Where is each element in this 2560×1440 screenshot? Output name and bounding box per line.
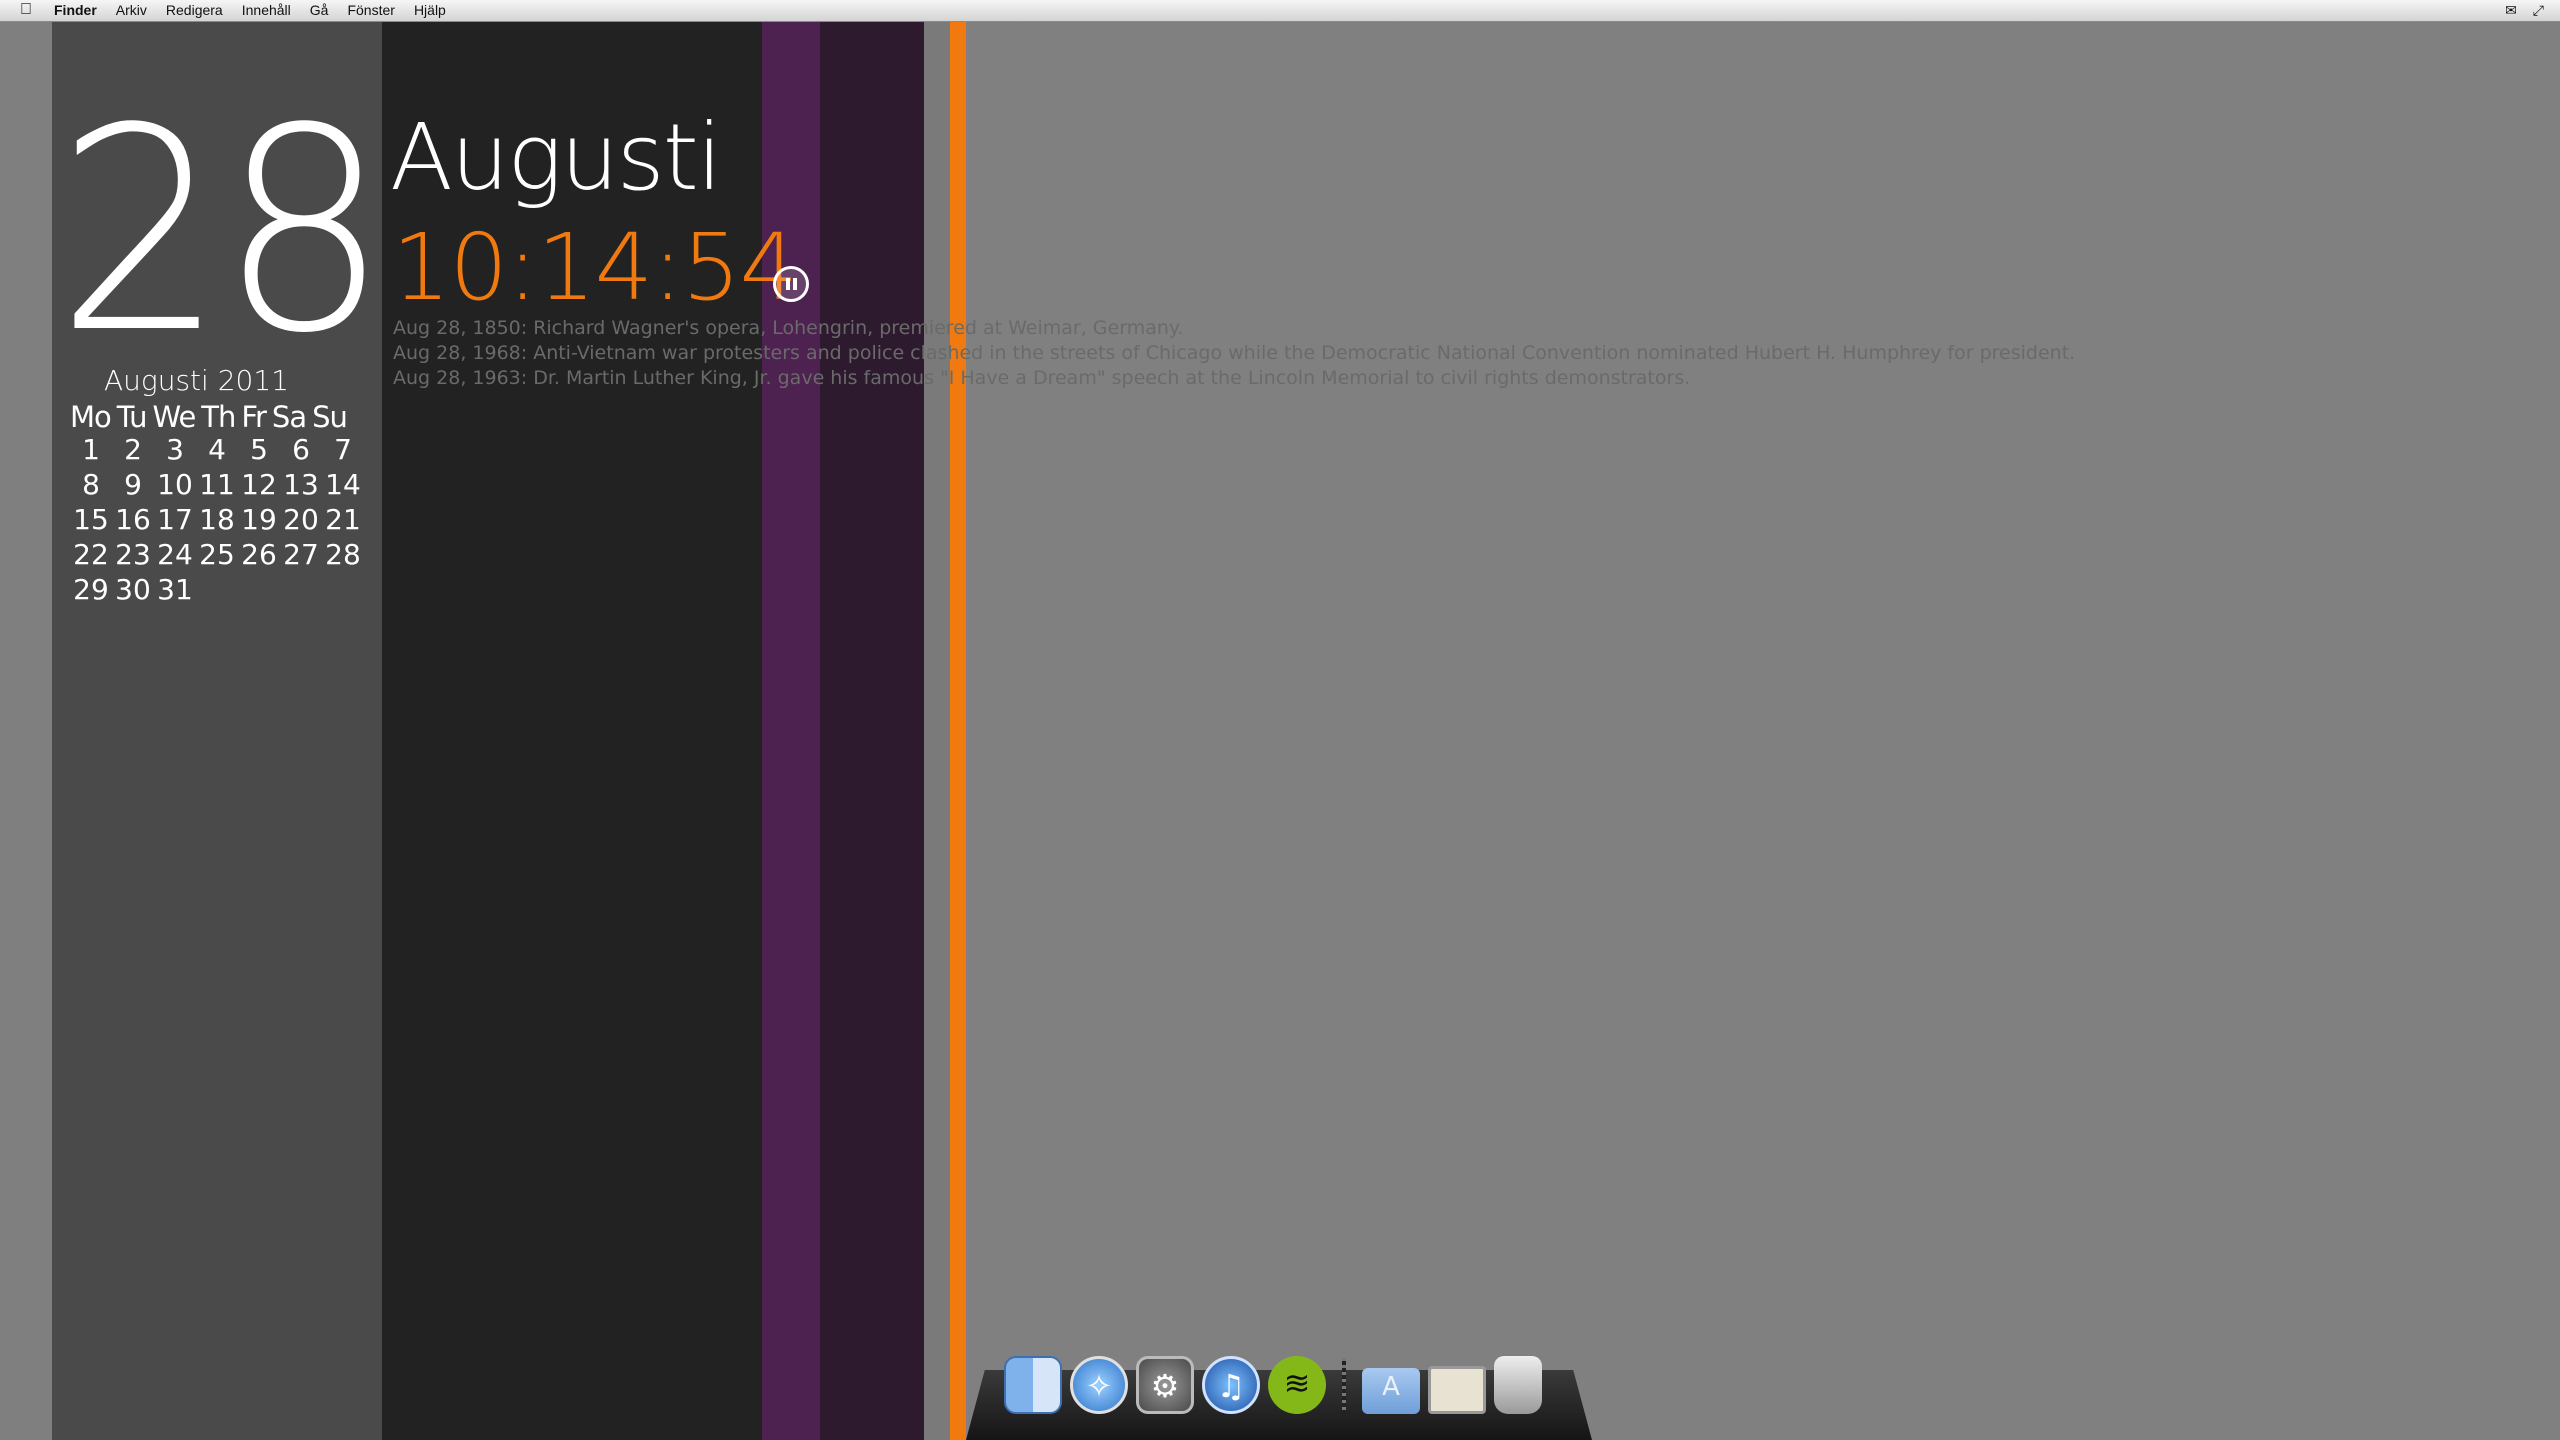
calendar-day: 8 (82, 468, 100, 501)
safari-icon[interactable]: ✧ (1070, 1356, 1128, 1414)
pause-icon[interactable] (773, 266, 809, 302)
calendar-day: 2 (124, 433, 142, 466)
calendar-day: 20 (283, 503, 319, 536)
calendar-day: 5 (250, 433, 268, 466)
calendar-day: 24 (157, 538, 193, 571)
on-this-day-events: Aug 28, 1850: Richard Wagner's opera, Lo… (393, 316, 2075, 391)
menu-items: Finder Arkiv Redigera Innehåll Gå Fönste… (54, 2, 465, 18)
menu-hjalp[interactable]: Hjälp (414, 2, 446, 18)
menu-arkiv[interactable]: Arkiv (116, 2, 147, 18)
menu-finder[interactable]: Finder (54, 2, 97, 18)
calendar-day: 16 (115, 503, 151, 536)
calendar-day: 30 (115, 573, 151, 606)
stripe-orange (950, 22, 966, 1440)
calendar-day: 18 (199, 503, 235, 536)
event-line: Aug 28, 1850: Richard Wagner's opera, Lo… (393, 317, 1184, 339)
apple-menu-icon[interactable]:  (20, 1, 32, 19)
event-line: Aug 28, 1968: Anti-Vietnam war protester… (393, 342, 2076, 364)
calendar-day: 19 (241, 503, 277, 536)
stripe-gray-left (0, 22, 52, 1440)
calendar-day: 13 (283, 468, 319, 501)
stripe-gray (924, 22, 950, 1440)
calendar-day: 28 (325, 538, 361, 571)
calendar-day: 26 (241, 538, 277, 571)
calendar-week: 22 23 24 25 26 27 28 (70, 538, 364, 573)
weekday: Mo (70, 400, 112, 434)
weekday: Su (312, 400, 348, 434)
calendar-day: 11 (199, 468, 235, 501)
applications-folder-icon[interactable]: A (1362, 1368, 1420, 1414)
menu-bar:  Finder Arkiv Redigera Innehåll Gå Föns… (0, 0, 2560, 22)
calendar-week: 29 30 31 (70, 573, 364, 608)
menu-fonster[interactable]: Fönster (347, 2, 394, 18)
calendar-day: 1 (82, 433, 100, 466)
finder-icon[interactable] (1004, 1356, 1062, 1414)
calendar-day: 3 (166, 433, 184, 466)
calendar-day: 14 (325, 468, 361, 501)
calendar-week: 1 2 3 4 5 6 7 (70, 433, 364, 468)
menubar-extras: ✉ ⤢ (2505, 2, 2544, 19)
clock-time: 10:14:54 (392, 214, 798, 321)
weekday: We (152, 400, 196, 434)
spotify-icon[interactable]: ≋ (1268, 1356, 1326, 1414)
stripe-dark-purple (820, 22, 924, 1440)
calendar-week: 8 9 10 11 12 13 14 (70, 468, 364, 503)
calendar-day: 9 (124, 468, 142, 501)
calendar-day: 7 (334, 433, 352, 466)
itunes-icon[interactable]: ♫ (1202, 1356, 1260, 1414)
weekday: Th (201, 400, 236, 434)
calendar-day: 27 (283, 538, 319, 571)
calendar-day: 10 (157, 468, 193, 501)
weekday: Tu (116, 400, 148, 434)
weekday: Fr (241, 400, 266, 434)
mail-icon[interactable]: ✉ (2505, 2, 2517, 19)
fullscreen-icon[interactable]: ⤢ (2533, 2, 2544, 19)
calendar-day: 22 (73, 538, 109, 571)
day-number: 28 (56, 69, 389, 395)
calendar-day: 4 (208, 433, 226, 466)
weekday: Sa (271, 400, 307, 434)
calendar-day: 21 (325, 503, 361, 536)
dock-divider (1342, 1358, 1346, 1414)
system-preferences-icon[interactable]: ⚙ (1136, 1356, 1194, 1414)
calendar-grid: 1 2 3 4 5 6 7 8 9 10 11 12 13 14 15 16 1… (70, 433, 364, 608)
calendar-day: 12 (241, 468, 277, 501)
calendar-day: 6 (292, 433, 310, 466)
trash-icon[interactable] (1494, 1356, 1542, 1414)
calendar-weekdays: Mo Tu We Th Fr Sa Su (70, 400, 348, 434)
menu-innehall[interactable]: Innehåll (242, 2, 291, 18)
menu-ga[interactable]: Gå (310, 2, 329, 18)
event-line: Aug 28, 1963: Dr. Martin Luther King, Jr… (393, 367, 1691, 389)
calendar-day: 25 (199, 538, 235, 571)
calendar-week: 15 16 17 18 19 20 21 (70, 503, 364, 538)
dock: ✧ ⚙ ♫ ≋ A (1004, 1356, 1542, 1414)
calendar-title: Augusti 2011 (104, 364, 289, 397)
preview-icon[interactable] (1428, 1366, 1486, 1414)
calendar-day: 31 (157, 573, 193, 606)
calendar-day: 23 (115, 538, 151, 571)
calendar-day: 15 (73, 503, 109, 536)
month-name: Augusti (390, 104, 722, 211)
calendar-day: 17 (157, 503, 193, 536)
calendar-day: 29 (73, 573, 109, 606)
menu-redigera[interactable]: Redigera (166, 2, 223, 18)
